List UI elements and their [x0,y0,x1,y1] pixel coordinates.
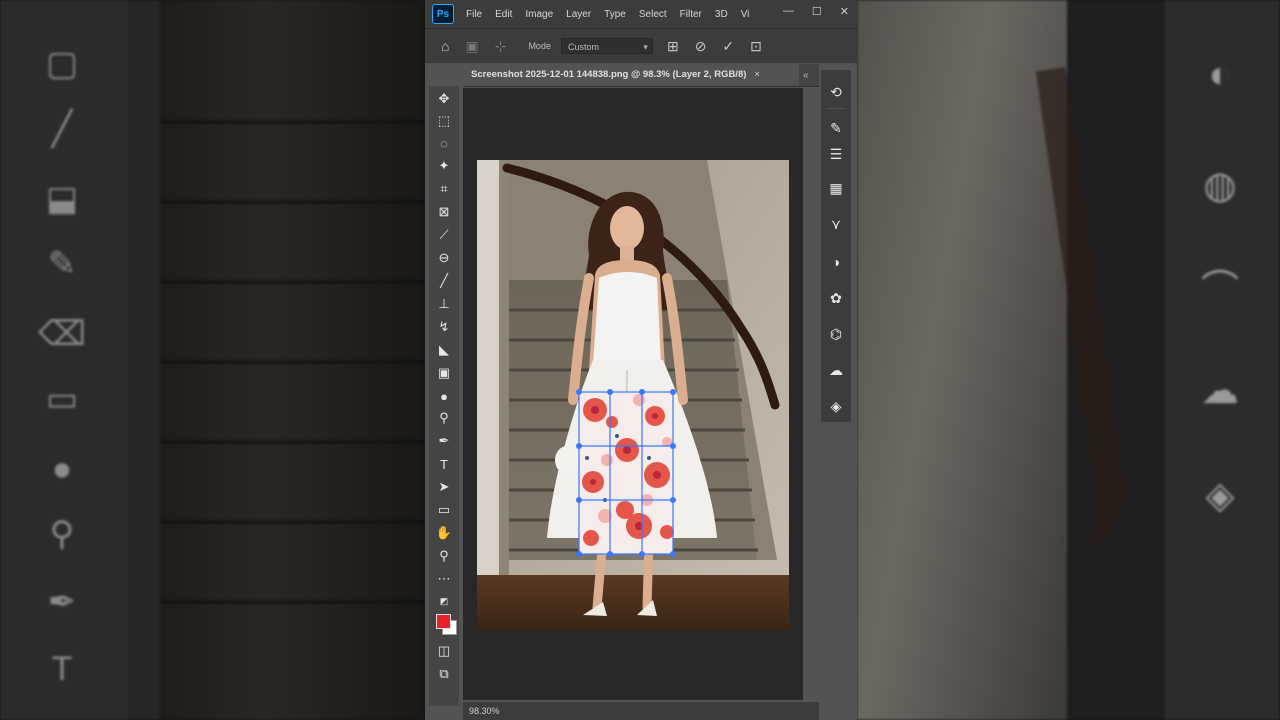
3d-mode-icon[interactable]: ⊡ [750,38,762,55]
eyedropper-icon[interactable]: ⟋ [434,226,454,244]
paths-icon: ⌒ [1200,268,1239,311]
photo-woman-on-stairs [477,160,789,630]
document-tab-bar: Screenshot 2025-12-01 144838.png @ 98.3%… [463,64,819,87]
properties-icon: ◍ [1203,164,1237,207]
color-icon: ◐ [1208,53,1232,96]
maximize-button[interactable]: ☐ [812,5,822,18]
clone-stamp-icon: ⬓ [45,180,79,218]
more-tools-icon[interactable]: ⋯ [434,570,454,588]
navigator-icon[interactable]: ⌬ [826,324,846,344]
move-icon[interactable]: ✥ [434,90,454,108]
pen-icon: ✒ [47,583,77,621]
dodge-icon: ⚲ [49,515,75,553]
magic-wand-icon[interactable]: ✦ [434,157,454,175]
layers-icon[interactable]: ◈ [826,396,846,416]
history-brush-icon: ✎ [47,245,77,283]
document-canvas[interactable] [463,88,803,700]
gradient-icon: ▭ [45,380,79,418]
menu-file[interactable]: File [466,9,482,20]
type-icon: T [51,649,73,688]
collapse-panels-icon[interactable]: « [803,70,853,81]
layers-icon: ◈ [1205,474,1235,517]
screen-mode-icon[interactable]: ⧉ [434,665,454,683]
cancel-transform-icon[interactable]: ⊘ [695,38,707,55]
marquee-icon[interactable]: ⬚ [434,112,454,130]
close-tab-icon[interactable]: × [754,69,760,80]
document-tab[interactable]: Screenshot 2025-12-01 144838.png @ 98.3%… [463,64,799,86]
zoom-icon[interactable]: ⚲ [434,547,454,565]
quick-mask-icon[interactable]: ◫ [434,642,454,660]
hand-icon[interactable]: ✋ [434,524,454,542]
color-icon[interactable]: ◑ [826,252,846,272]
main-menu: File Edit Image Layer Type Select Filter… [466,9,749,20]
foreground-color-swatch[interactable] [436,614,451,629]
photoshop-logo: Ps [432,4,454,24]
minimize-button[interactable]: — [783,5,794,18]
crop-icon[interactable]: ⌗ [434,180,454,198]
options-bar: ⌂ ▣ ⊹ Mode Custom ⊞ ⊘ ✓ ⊡ [425,28,857,63]
edited-photo[interactable] [477,160,789,630]
document-title: Screenshot 2025-12-01 144838.png @ 98.3%… [471,69,747,80]
path-selection-icon[interactable]: ➤ [434,478,454,496]
menu-3d[interactable]: 3D [715,9,728,20]
floral-pattern-layer [579,392,674,554]
menu-edit[interactable]: Edit [495,9,512,20]
libraries-icon: ☁ [1201,369,1239,412]
history-icon[interactable]: ⟲ [826,82,846,102]
status-bar: 98.30% [463,702,819,720]
menu-image[interactable]: Image [525,9,553,20]
menu-filter[interactable]: Filter [680,9,702,20]
clone-stamp-icon[interactable]: ⊥ [434,295,454,313]
rectangle-icon[interactable]: ▭ [434,501,454,519]
blur-icon[interactable]: ● [434,387,454,405]
mode-dropdown[interactable]: Custom [560,38,653,55]
split-icon[interactable]: ⊹ [495,38,507,55]
brush-icon[interactable]: ╱ [434,272,454,290]
menu-layer[interactable]: Layer [566,9,591,20]
lasso-icon[interactable]: ◌ [434,134,454,152]
spot-healing-icon[interactable]: ⊖ [434,249,454,267]
menu-select[interactable]: Select [639,9,667,20]
commit-transform-icon[interactable]: ✓ [722,38,734,55]
menu-bar: Ps File Edit Image Layer Type Select Fil… [425,0,857,28]
menu-view[interactable]: Vi [741,9,750,20]
home-icon[interactable]: ⌂ [441,38,449,54]
window-controls: — ☐ ✕ [783,5,849,18]
dodge-icon[interactable]: ⚲ [434,409,454,427]
menu-type[interactable]: Type [604,9,626,20]
default-colors-icon[interactable]: ◩ [434,592,454,610]
photoshop-window: Ps File Edit Image Layer Type Select Fil… [425,0,857,720]
zoom-level[interactable]: 98.30% [469,706,500,716]
gradient-icon[interactable]: ▣ [434,364,454,382]
tools-panel: ✥ ⬚ ◌ ✦ ⌗ ⊠ ⟋ ⊖ ╱ ⊥ ↯ ◣ ▣ ● ⚲ ✒ T ➤ ▭ ✋ … [429,86,459,706]
close-window-button[interactable]: ✕ [840,5,849,18]
mode-label: Mode [528,41,551,51]
grid-icon[interactable]: ⊞ [667,38,679,55]
paths-icon[interactable]: ⋎ [826,214,846,234]
blur-icon: ● [51,449,73,488]
history-brush-icon[interactable]: ↯ [434,318,454,336]
eraser-icon: ⌫ [37,315,87,353]
marquee-icon: ▢ [45,45,79,83]
brushes-icon[interactable]: ✎ [826,118,846,138]
type-icon[interactable]: T [434,455,454,473]
pen-icon[interactable]: ✒ [434,432,454,450]
right-panel-dock: ⟲ ✎ ☰ ▦ ⋎ ◑ ✿ ⌬ ☁ ◈ [821,70,851,422]
frame-icon[interactable]: ⊠ [434,203,454,221]
eraser-icon[interactable]: ◣ [434,341,454,359]
brush-icon: ╱ [51,110,73,148]
warp-presets-icon[interactable]: ▣ [465,38,478,55]
background-staircase [160,0,425,720]
adjustments-icon[interactable]: ☰ [826,144,846,164]
swatches-icon[interactable]: ▦ [826,178,846,198]
properties-icon[interactable]: ✿ [826,288,846,308]
channels-icon[interactable]: ☁ [826,360,846,380]
